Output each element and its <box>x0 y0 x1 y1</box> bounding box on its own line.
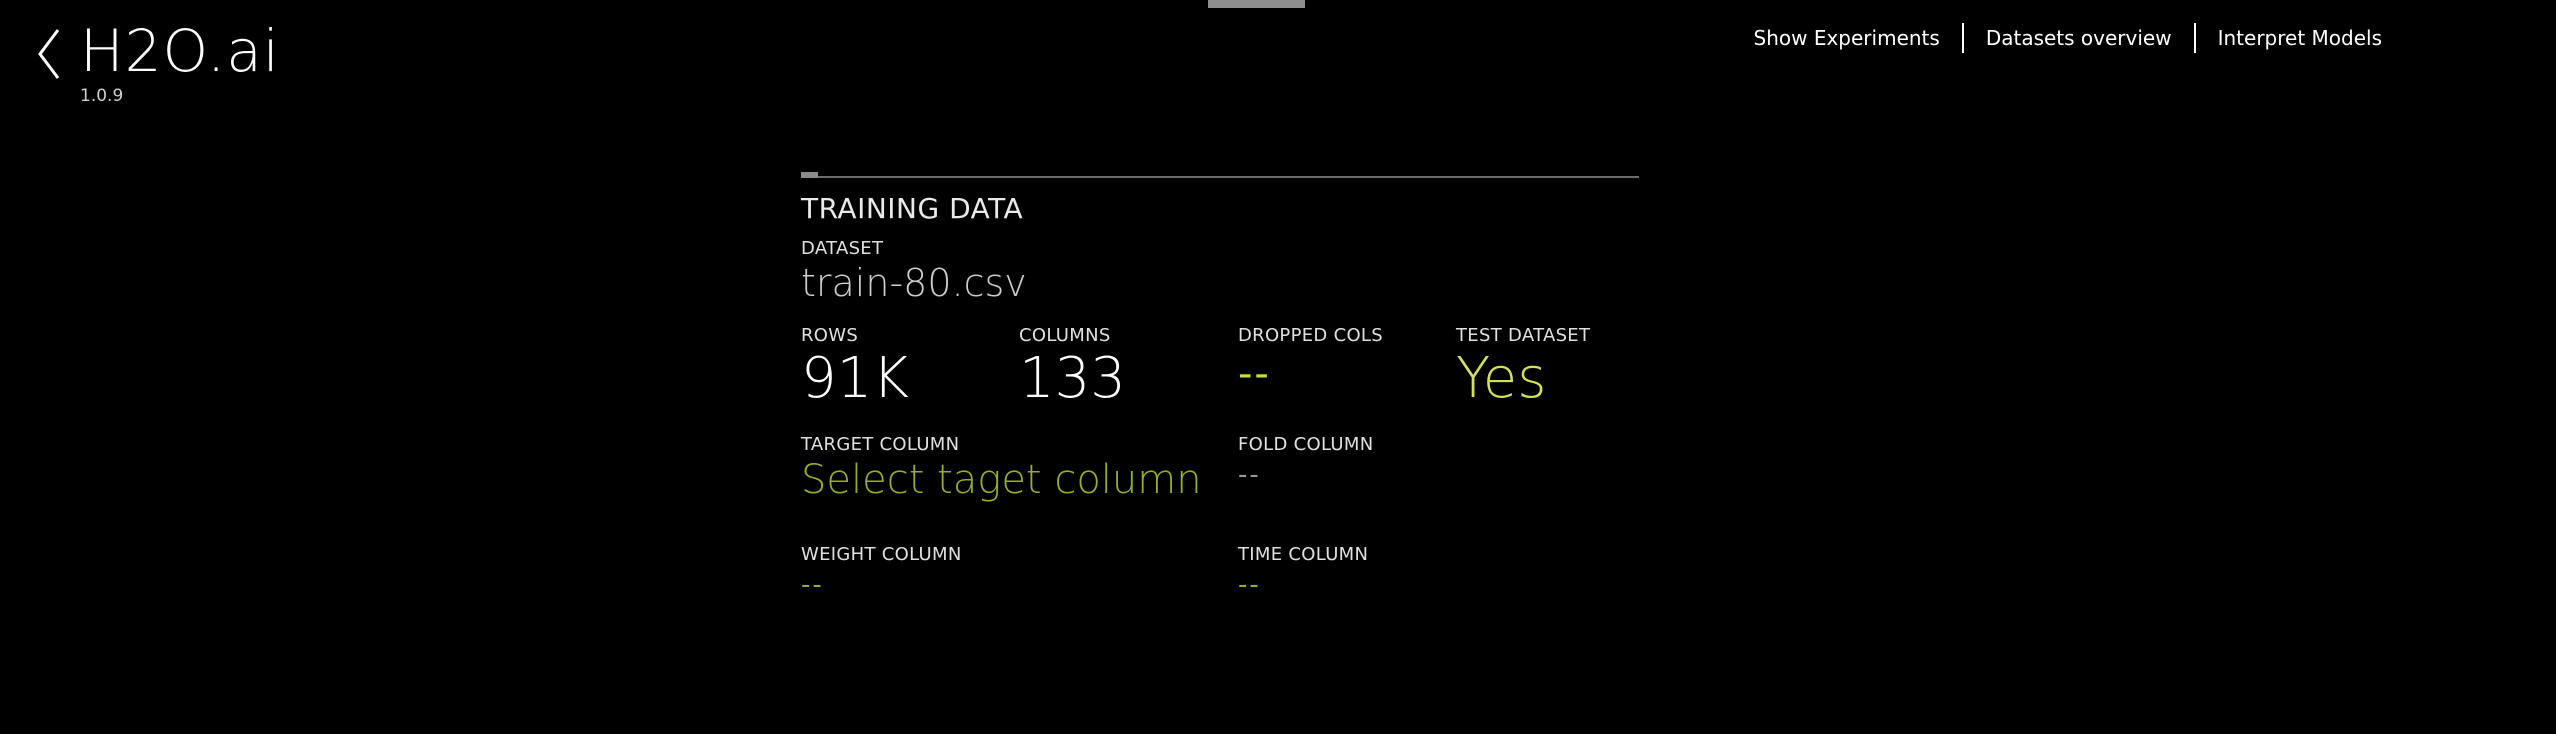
test-dataset-label: TEST DATASET <box>1456 325 1591 346</box>
target-column-field: TARGET COLUMN Select taget column <box>801 434 1202 504</box>
app-version: 1.0.9 <box>80 86 124 106</box>
top-drag-handle[interactable] <box>1208 0 1305 8</box>
progress-line <box>801 168 1639 178</box>
fold-column-field: FOLD COLUMN -- <box>1238 434 1373 494</box>
progress-fill <box>801 172 818 178</box>
test-dataset-value[interactable]: Yes <box>1456 347 1590 411</box>
dropped-cols-label: DROPPED COLS <box>1238 325 1383 346</box>
test-dataset-stat: TEST DATASET Yes <box>1456 325 1590 411</box>
weight-column-label: WEIGHT COLUMN <box>801 544 962 565</box>
time-column-field: TIME COLUMN -- <box>1238 544 1368 604</box>
weight-column-value[interactable]: -- <box>801 566 962 604</box>
app-screen: H2O.ai 1.0.9 Show Experiments Datasets o… <box>0 0 2556 734</box>
time-column-value[interactable]: -- <box>1238 566 1368 604</box>
training-data-panel: TRAINING DATA DATASET train-80.csv ROWS … <box>801 168 1639 600</box>
nav-interpret-models[interactable]: Interpret Models <box>2196 22 2404 54</box>
dataset-label: DATASET <box>801 238 884 259</box>
columns-stat: COLUMNS 133 <box>1019 325 1126 411</box>
rows-value: 91K <box>801 346 909 411</box>
section-title: TRAINING DATA <box>801 192 1024 225</box>
columns-value: 133 <box>1019 346 1126 411</box>
nav-datasets-overview[interactable]: Datasets overview <box>1964 22 2194 54</box>
nav-show-experiments[interactable]: Show Experiments <box>1732 22 1962 54</box>
columns-label: COLUMNS <box>1019 325 1111 346</box>
target-column-select[interactable]: Select taget column <box>801 456 1202 504</box>
target-column-label: TARGET COLUMN <box>801 434 960 455</box>
dataset-value: train-80.csv <box>801 261 1027 305</box>
brand-title: H2O.ai <box>80 17 280 85</box>
progress-rail <box>801 176 1639 178</box>
dropped-cols-value[interactable]: -- <box>1238 347 1383 401</box>
dropped-cols-stat: DROPPED COLS -- <box>1238 325 1383 401</box>
fold-column-label: FOLD COLUMN <box>1238 434 1374 455</box>
fold-column-value[interactable]: -- <box>1238 456 1373 494</box>
top-nav: Show Experiments Datasets overview Inter… <box>1732 22 2404 54</box>
rows-label: ROWS <box>801 325 859 346</box>
time-column-label: TIME COLUMN <box>1238 544 1369 565</box>
rows-stat: ROWS 91K <box>801 325 909 411</box>
weight-column-field: WEIGHT COLUMN -- <box>801 544 962 604</box>
chevron-left-icon[interactable] <box>34 26 64 82</box>
dataset-field: DATASET train-80.csv <box>801 238 1027 306</box>
